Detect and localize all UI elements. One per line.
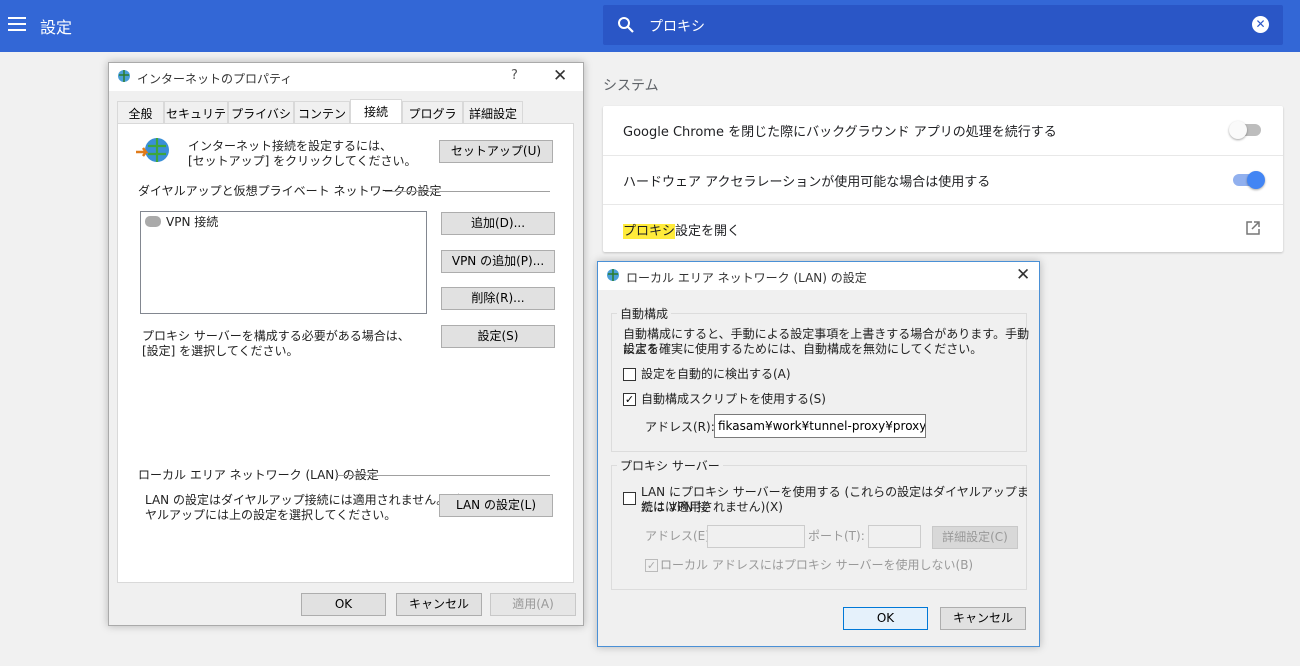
internet-properties-dialog: インターネットのプロパティ ? ✕ 全般 セキュリティ プライバシー コンテンツ…: [108, 62, 584, 626]
search-box[interactable]: プロキシ ✕: [603, 5, 1283, 45]
dialog-title: ローカル エリア ネットワーク (LAN) の設定: [626, 271, 867, 285]
divider: [385, 191, 550, 192]
search-input[interactable]: プロキシ: [649, 16, 705, 36]
clear-search-icon[interactable]: ✕: [1252, 16, 1269, 33]
auto-detect-checkbox[interactable]: [623, 368, 636, 381]
tab-content[interactable]: コンテンツ: [294, 101, 350, 138]
settings-button[interactable]: 設定(S): [441, 325, 555, 348]
ok-button[interactable]: OK: [301, 593, 386, 616]
connections-panel: インターネット接続を設定するには、 [セットアップ] をクリックしてください。 …: [117, 123, 574, 583]
connection-list[interactable]: VPN 接続: [140, 211, 427, 314]
tab-programs[interactable]: プログラム: [402, 101, 463, 138]
use-proxy-checkbox[interactable]: [623, 492, 636, 505]
lan-settings-button[interactable]: LAN の設定(L): [439, 494, 553, 517]
vpn-icon: [145, 216, 161, 227]
setup-button[interactable]: セットアップ(U): [439, 140, 553, 163]
add-button[interactable]: 追加(D)...: [441, 212, 555, 235]
tab-advanced[interactable]: 詳細設定: [463, 101, 523, 123]
setup-description: インターネット接続を設定するには、: [188, 139, 393, 153]
auto-detect-label[interactable]: 設定を自動的に検出する(A): [641, 367, 791, 382]
remove-button[interactable]: 削除(R)...: [441, 287, 555, 310]
divider: [336, 475, 550, 476]
dialog-title: インターネットのプロパティ: [137, 72, 293, 86]
use-proxy-label-2[interactable]: 続には適用されません)(X): [641, 500, 783, 515]
search-highlight: プロキシ: [623, 224, 676, 239]
setting-row-hardware-acceleration[interactable]: ハードウェア アクセラレーションが使用可能な場合は使用する: [603, 155, 1283, 204]
lan-description: LAN の設定はダイヤルアップ接続には適用されません。ダイ: [145, 493, 473, 507]
proxy-server-label: プロキシ サーバー: [617, 457, 723, 474]
close-icon[interactable]: ✕: [553, 66, 567, 86]
title-bar: ローカル エリア ネットワーク (LAN) の設定 ✕: [598, 262, 1039, 290]
ok-button[interactable]: OK: [843, 607, 928, 630]
tab-privacy[interactable]: プライバシー: [228, 101, 294, 138]
lan-settings-dialog: ローカル エリア ネットワーク (LAN) の設定 ✕ 自動構成 自動構成にする…: [597, 261, 1040, 647]
port-label: ポート(T):: [808, 529, 865, 543]
lan-description-2: ヤルアップには上の設定を選択してください。: [145, 508, 397, 522]
search-icon: [618, 17, 634, 33]
setting-row-open-proxy[interactable]: プロキシ設定を開く: [603, 204, 1283, 253]
setting-row-background-apps[interactable]: Google Chrome を閉じた際にバックグラウンド アプリの処理を続行する: [603, 106, 1283, 155]
script-address-label: アドレス(R):: [645, 420, 715, 434]
section-heading: システム: [603, 78, 659, 94]
internet-globe-icon: [118, 70, 130, 82]
proxy-address-label: アドレス(E):: [645, 529, 714, 543]
use-script-checkbox[interactable]: ✓: [623, 393, 636, 406]
settings-header: 設定 プロキシ ✕: [0, 0, 1300, 52]
tab-security[interactable]: セキュリティ: [164, 101, 228, 138]
auto-config-description-2: 設定を確実に使用するためには、自動構成を無効にしてください。: [623, 342, 983, 356]
settings-card: Google Chrome を閉じた際にバックグラウンド アプリの処理を続行する…: [603, 106, 1283, 252]
apply-button[interactable]: 適用(A): [490, 593, 576, 616]
setting-label: プロキシ設定を開く: [623, 224, 741, 239]
cancel-button[interactable]: キャンセル: [940, 607, 1026, 630]
internet-globe-icon: [607, 269, 619, 281]
add-vpn-button[interactable]: VPN の追加(P)...: [441, 250, 555, 273]
network-globe-icon: [136, 138, 169, 162]
close-icon[interactable]: ✕: [1016, 265, 1030, 285]
port-input[interactable]: [868, 525, 921, 548]
title-bar: インターネットのプロパティ ? ✕: [109, 63, 583, 91]
bypass-local-label[interactable]: ローカル アドレスにはプロキシ サーバーを使用しない(B): [660, 558, 973, 573]
list-item[interactable]: VPN 接続: [145, 215, 218, 230]
proxy-description-2: [設定] を選択してください。: [142, 344, 299, 358]
setup-description-2: [セットアップ] をクリックしてください。: [188, 154, 417, 168]
cancel-button[interactable]: キャンセル: [396, 593, 482, 616]
toggle-background-apps[interactable]: [1229, 121, 1261, 139]
open-external-icon[interactable]: [1245, 220, 1261, 236]
setting-label: Google Chrome を閉じた際にバックグラウンド アプリの処理を続行する: [623, 125, 1057, 140]
setting-label: ハードウェア アクセラレーションが使用可能な場合は使用する: [623, 175, 991, 190]
toggle-hardware-acceleration[interactable]: [1233, 171, 1265, 189]
tab-general[interactable]: 全般: [117, 101, 164, 123]
advanced-button[interactable]: 詳細設定(C): [932, 526, 1018, 549]
bypass-local-checkbox[interactable]: ✓: [645, 559, 658, 572]
script-address-input[interactable]: fikasam¥work¥tunnel-proxy¥proxy.pac: [714, 414, 926, 438]
page-title: 設定: [40, 18, 73, 37]
auto-config-label: 自動構成: [617, 305, 672, 322]
proxy-address-input[interactable]: [707, 525, 805, 548]
help-icon[interactable]: ?: [511, 68, 518, 83]
use-script-label[interactable]: 自動構成スクリプトを使用する(S): [641, 392, 826, 407]
menu-icon[interactable]: [8, 17, 26, 31]
tab-connections[interactable]: 接続: [350, 99, 402, 124]
proxy-description: プロキシ サーバーを構成する必要がある場合は、: [142, 329, 410, 343]
